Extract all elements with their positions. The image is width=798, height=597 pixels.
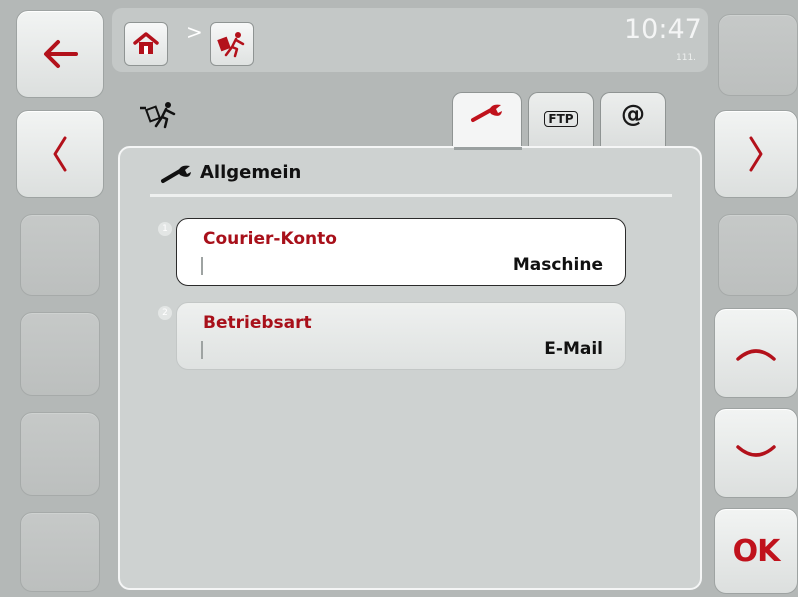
active-tab-indicator (454, 147, 522, 150)
courier-icon (217, 32, 245, 58)
row-number: 1 (158, 222, 172, 236)
left-softkey-4[interactable] (20, 312, 100, 396)
chevron-right-icon (749, 136, 763, 172)
previous-button[interactable] (16, 110, 104, 198)
courier-icon (140, 102, 176, 129)
clock-subtext: 111. (676, 53, 697, 63)
section-divider (150, 194, 672, 197)
wrench-icon (471, 104, 502, 122)
scroll-down-button[interactable] (714, 408, 798, 498)
ok-label: OK (732, 533, 781, 569)
right-softkey-3[interactable] (718, 214, 798, 296)
courier-account-field[interactable]: Courier-Konto Maschine (176, 218, 626, 286)
arrow-left-icon (44, 40, 78, 68)
chevron-down-icon (736, 445, 776, 457)
home-button[interactable] (124, 22, 168, 66)
courier-app-icon (140, 100, 180, 134)
field-label: Courier-Konto (203, 229, 337, 249)
section-title: Allgemein (200, 162, 302, 183)
chevron-up-icon (736, 349, 776, 361)
wrench-icon (161, 165, 191, 183)
left-softkey-5[interactable] (20, 412, 100, 496)
courier-app-button[interactable] (210, 22, 254, 66)
tab-general[interactable] (452, 92, 522, 150)
field-cursor-bar (201, 257, 203, 275)
scroll-up-button[interactable] (714, 308, 798, 398)
clock: 10:47 (624, 14, 702, 45)
tab-email[interactable]: @ (600, 92, 666, 150)
tab-ftp[interactable]: FTP (528, 92, 594, 150)
field-label: Betriebsart (203, 313, 312, 333)
ok-button[interactable]: OK (714, 508, 798, 594)
left-softkey-6[interactable] (20, 512, 100, 592)
tab-ftp-label: FTP (544, 111, 578, 127)
tab-email-label: @ (621, 100, 645, 128)
left-softkey-3[interactable] (20, 214, 100, 296)
section-wrench (160, 162, 194, 188)
field-value: Maschine (512, 255, 603, 275)
field-value: E-Mail (544, 339, 603, 359)
breadcrumb-separator: > (186, 20, 203, 44)
field-cursor-bar (201, 341, 203, 359)
next-button[interactable] (714, 110, 798, 198)
row-number: 2 (158, 306, 172, 320)
operating-mode-field[interactable]: Betriebsart E-Mail (176, 302, 626, 370)
back-button[interactable] (16, 10, 104, 98)
chevron-left-icon (53, 136, 67, 172)
right-softkey-1[interactable] (718, 14, 798, 96)
home-icon (133, 32, 159, 54)
